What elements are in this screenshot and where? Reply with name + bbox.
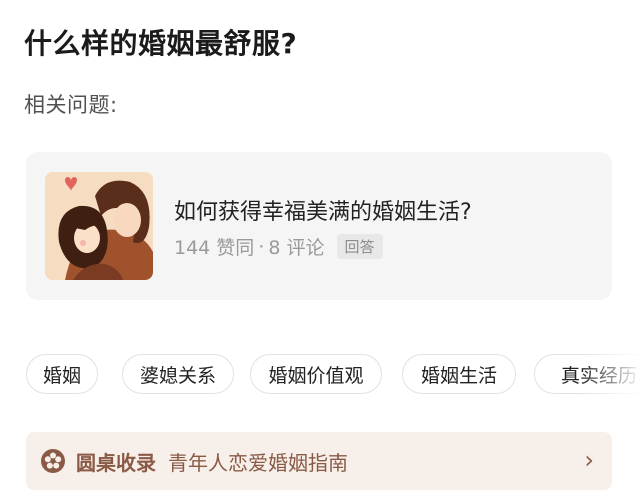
answer-type-badge: 回答: [336, 234, 383, 259]
banner-brand: 圆桌收录: [76, 450, 156, 475]
page-title: 什么样的婚姻最舒服?: [24, 27, 298, 60]
related-questions-label: 相关问题:: [24, 93, 118, 117]
likes-count: 144 赞同: [174, 237, 255, 259]
related-question-meta: 144 赞同 · 8 评论 回答: [174, 233, 383, 260]
meta-separator: ·: [258, 235, 265, 258]
tag-chip[interactable]: 婚姻生活: [402, 354, 516, 394]
tag-chip[interactable]: 婚姻: [26, 354, 98, 394]
tag-chip[interactable]: 婚姻价值观: [250, 354, 382, 394]
topic-tags: 婚姻 婆媳关系 婚姻价值观 婚姻生活 真实经历: [26, 354, 640, 398]
tag-chip[interactable]: 真实经历: [534, 354, 640, 394]
tag-chip[interactable]: 婆媳关系: [122, 354, 234, 394]
comments-count: 8 评论: [268, 237, 325, 259]
related-question-card[interactable]: 如何获得幸福美满的婚姻生活? 144 赞同 · 8 评论 回答: [26, 152, 612, 300]
couple-illustration-icon: [45, 172, 153, 280]
chevron-right-icon: ›: [584, 446, 594, 474]
flower-icon: [41, 449, 65, 473]
related-question-title[interactable]: 如何获得幸福美满的婚姻生活?: [174, 194, 472, 226]
roundtable-banner[interactable]: 圆桌收录 青年人恋爱婚姻指南 ›: [26, 432, 612, 490]
banner-title: 青年人恋爱婚姻指南: [168, 450, 348, 475]
